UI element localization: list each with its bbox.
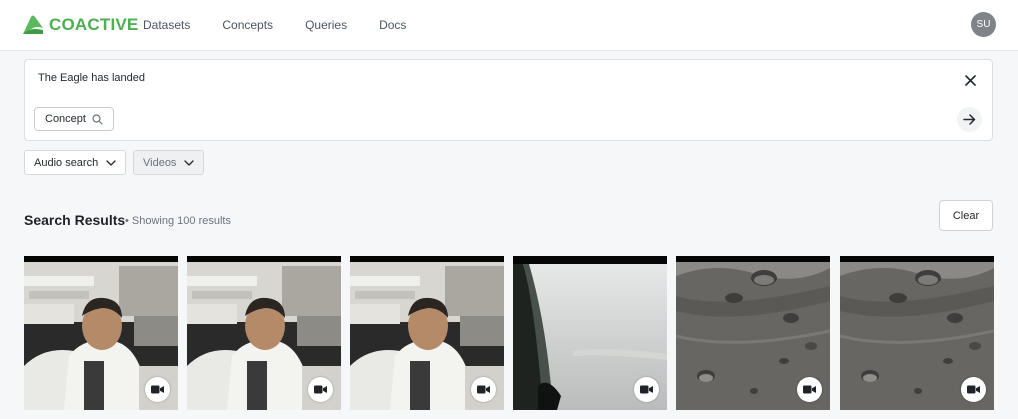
- search-query-input[interactable]: The Eagle has landed: [38, 72, 145, 84]
- chevron-down-icon: [184, 159, 195, 166]
- user-avatar[interactable]: SU: [971, 12, 996, 37]
- video-badge: [634, 377, 659, 402]
- main-nav: Datasets Concepts Queries Docs: [143, 18, 438, 32]
- results-count: • Showing 100 results: [125, 215, 231, 227]
- chevron-down-icon: [106, 159, 116, 166]
- video-camera-icon: [640, 385, 653, 394]
- video-badge: [797, 377, 822, 402]
- clear-button[interactable]: Clear: [939, 200, 993, 231]
- video-camera-icon: [803, 385, 816, 394]
- media-type-label: Videos: [143, 156, 177, 169]
- video-camera-icon: [314, 385, 327, 394]
- video-badge: [308, 377, 333, 402]
- logo-text: COACTIVE: [49, 15, 139, 34]
- result-thumbnail[interactable]: [350, 256, 504, 410]
- arrow-right-icon: [963, 114, 976, 125]
- concept-chip[interactable]: Concept: [34, 107, 114, 131]
- search-icon: [92, 113, 103, 125]
- media-type-dropdown[interactable]: Videos: [133, 150, 205, 175]
- nav-concepts[interactable]: Concepts: [222, 18, 273, 32]
- logo-icon: [23, 15, 43, 34]
- video-camera-icon: [477, 385, 490, 394]
- video-badge: [961, 377, 986, 402]
- video-badge: [145, 377, 170, 402]
- result-thumbnail[interactable]: [840, 256, 994, 410]
- result-thumbnail[interactable]: [187, 256, 341, 410]
- search-box[interactable]: The Eagle has landed Concept: [24, 59, 993, 141]
- submit-search-button[interactable]: [957, 107, 982, 132]
- top-navigation-bar: COACTIVE Datasets Concepts Queries Docs …: [0, 0, 1018, 51]
- nav-docs[interactable]: Docs: [379, 18, 406, 32]
- close-icon: [964, 74, 976, 86]
- coactive-logo[interactable]: COACTIVE: [21, 14, 138, 36]
- clear-query-button[interactable]: [961, 71, 979, 89]
- video-badge: [471, 377, 496, 402]
- results-title: Search Results: [24, 212, 126, 228]
- result-thumbnail[interactable]: [513, 256, 667, 410]
- result-thumbnail[interactable]: [676, 256, 830, 410]
- nav-queries[interactable]: Queries: [305, 18, 347, 32]
- concept-chip-label: Concept: [45, 113, 86, 125]
- video-camera-icon: [967, 385, 980, 394]
- result-thumbnail[interactable]: [24, 256, 178, 410]
- search-mode-dropdown[interactable]: Audio search: [24, 150, 127, 175]
- search-mode-label: Audio search: [34, 156, 99, 169]
- video-camera-icon: [151, 385, 164, 394]
- nav-datasets[interactable]: Datasets: [143, 18, 190, 32]
